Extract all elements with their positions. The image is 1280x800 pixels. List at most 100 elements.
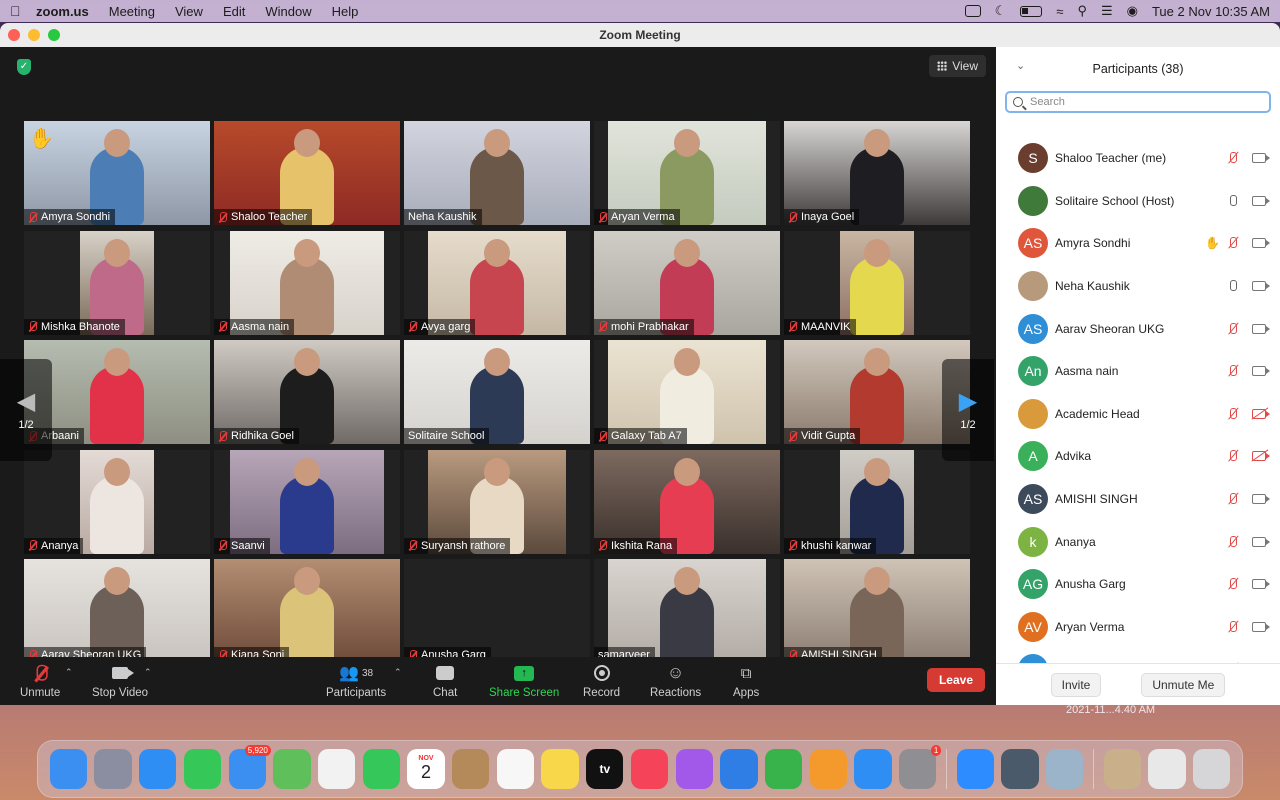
view-button[interactable]: View — [929, 55, 986, 77]
record-button[interactable]: Record — [583, 663, 620, 699]
participant-row[interactable]: Solitaire School (Host) — [996, 180, 1280, 223]
participant-row[interactable]: AS Aarav Sheoran UKG — [996, 307, 1280, 350]
participants-caret-icon[interactable]: ⌃ — [394, 667, 402, 678]
spotlight-icon[interactable]: ⚲ — [1077, 3, 1087, 19]
menu-meeting[interactable]: Meeting — [109, 4, 155, 19]
dock-trash-icon[interactable] — [1193, 749, 1231, 789]
participant-row[interactable]: AV Aryan Verma — [996, 606, 1280, 649]
share-screen-button[interactable]: ↑ Share Screen — [489, 663, 559, 699]
dock-tv-icon[interactable]: tv — [586, 749, 624, 789]
collapse-panel-icon[interactable]: ⌄ — [1016, 59, 1025, 72]
menu-clock[interactable]: Tue 2 Nov 10:35 AM — [1152, 4, 1270, 19]
dock-messages-icon[interactable] — [183, 749, 222, 789]
video-tile[interactable]: MAANVIK — [784, 230, 970, 335]
chat-button[interactable]: Chat — [433, 663, 457, 699]
dock-maps-icon[interactable] — [273, 749, 311, 789]
video-tile[interactable]: Suryansh rathore — [404, 449, 590, 554]
dock-keynote-icon[interactable] — [720, 749, 758, 789]
audio-options-caret-icon[interactable]: ⌃ — [65, 667, 73, 678]
participants-button[interactable]: 👥 38 Participants — [326, 663, 386, 699]
stop-video-button[interactable]: Stop Video — [92, 663, 148, 699]
apple-menu-icon[interactable]:  — [10, 3, 36, 19]
moon-icon[interactable]: ☾ — [995, 3, 1007, 19]
dock-calendar-icon[interactable]: NOV 2 — [407, 749, 445, 789]
dock-downloads-stack-icon[interactable] — [1103, 749, 1142, 789]
dock-reminders-icon[interactable] — [496, 749, 535, 789]
minimize-window-icon[interactable] — [28, 29, 40, 41]
unmute-me-button[interactable]: Unmute Me — [1141, 672, 1226, 697]
dock-notes-icon[interactable] — [541, 749, 579, 789]
participant-search-input[interactable]: Search — [1005, 91, 1271, 113]
wifi-icon[interactable]: ≈ — [1056, 4, 1063, 19]
video-tile[interactable]: Ridhika Goel — [214, 340, 400, 444]
video-tile[interactable]: Ananya — [24, 449, 210, 554]
reactions-button[interactable]: ☺ Reactions — [650, 663, 701, 699]
video-tile[interactable]: Kiana Soni — [214, 559, 400, 663]
zoom-status-icon[interactable] — [964, 5, 981, 17]
video-options-caret-icon[interactable]: ⌃ — [144, 667, 152, 678]
dock-numbers-icon[interactable] — [764, 749, 803, 789]
video-tile[interactable]: Inaya Goel — [784, 121, 970, 225]
video-tile[interactable]: Shaloo Teacher — [214, 121, 400, 225]
fullscreen-window-icon[interactable] — [48, 29, 60, 41]
dock-photos-icon[interactable] — [317, 749, 356, 789]
dock-launchpad-icon[interactable] — [94, 749, 132, 789]
next-page-button[interactable]: ▶ 1/2 — [942, 359, 994, 461]
participant-row[interactable]: k Ananya — [996, 520, 1280, 563]
video-tile[interactable]: mohi Prabhakar — [594, 230, 780, 335]
dock-documents-stack-icon[interactable] — [1148, 749, 1186, 789]
dock-mail-icon[interactable]: 5,920 — [228, 745, 271, 789]
participant-row[interactable]: AG Anusha Garg — [996, 563, 1280, 606]
menu-help[interactable]: Help — [332, 4, 359, 19]
video-tile[interactable]: Avya garg — [404, 230, 590, 335]
video-tile[interactable]: khushi kanwar — [784, 449, 970, 554]
dock-app-store-icon[interactable] — [854, 749, 892, 789]
video-tile[interactable]: Galaxy Tab A7 — [594, 340, 780, 444]
menu-window[interactable]: Window — [265, 4, 311, 19]
participant-row[interactable]: AgAvya garg — [996, 648, 1280, 663]
dock-pages-icon[interactable] — [809, 749, 847, 789]
apps-button[interactable]: ⧉ Apps — [733, 663, 759, 700]
menu-app-name[interactable]: zoom.us — [36, 4, 89, 19]
menu-edit[interactable]: Edit — [223, 4, 245, 19]
dock-facetime-icon[interactable] — [362, 749, 400, 789]
participant-row[interactable]: S Shaloo Teacher (me) — [996, 137, 1280, 180]
video-tile[interactable]: Aryan Verma — [594, 121, 780, 225]
dock-zoom-icon[interactable] — [956, 749, 995, 789]
dock-music-icon[interactable] — [630, 749, 669, 789]
battery-icon[interactable] — [1020, 5, 1043, 17]
participant-row[interactable]: Neha Kaushik — [996, 265, 1280, 308]
dock-podcasts-icon[interactable] — [675, 749, 713, 789]
dock-contacts-icon[interactable] — [452, 749, 490, 789]
participant-row[interactable]: AS Amyra Sondhi ✋ — [996, 222, 1280, 265]
dock-finder-icon[interactable] — [49, 749, 88, 789]
security-shield-icon[interactable]: ✓ — [17, 59, 31, 75]
participant-row[interactable]: A Advika — [996, 435, 1280, 478]
dock-system-preferences-icon[interactable]: 1 — [899, 745, 942, 789]
video-tile[interactable]: Saanvi — [214, 449, 400, 554]
video-tile[interactable]: AMISHI SINGH — [784, 559, 970, 663]
dock-quicktime-icon[interactable] — [1001, 749, 1039, 789]
participant-row[interactable]: AS AMISHI SINGH — [996, 478, 1280, 521]
video-tile[interactable]: Anusha Garg — [404, 559, 590, 663]
video-tile[interactable]: Neha Kaushik — [404, 121, 590, 225]
menu-view[interactable]: View — [175, 4, 203, 19]
invite-button[interactable]: Invite — [1050, 672, 1102, 697]
leave-button[interactable]: Leave — [926, 668, 985, 692]
participant-row[interactable]: Academic Head — [996, 393, 1280, 436]
control-center-icon[interactable]: ☰ — [1101, 3, 1113, 19]
prev-page-button[interactable]: ◀ 1/2 — [0, 359, 52, 461]
dock-safari-icon[interactable] — [139, 749, 177, 789]
video-tile[interactable]: Aarav Sheoran UKG — [24, 559, 210, 663]
video-tile[interactable]: Solitaire School — [404, 340, 590, 444]
video-tile[interactable]: Ikshita Rana — [594, 449, 780, 554]
video-tile[interactable]: Aasma nain — [214, 230, 400, 335]
unmute-button[interactable]: Unmute — [20, 663, 60, 699]
siri-icon[interactable]: ◉ — [1127, 3, 1138, 19]
close-window-icon[interactable] — [8, 29, 20, 41]
dock-preview-icon[interactable] — [1046, 749, 1084, 789]
participant-row[interactable]: An Aasma nain — [996, 350, 1280, 393]
video-tile[interactable]: samarveer — [594, 559, 780, 663]
video-tile[interactable]: Mishka Bhanote — [24, 230, 210, 335]
video-tile[interactable]: ✋ Amyra Sondhi — [24, 121, 210, 225]
